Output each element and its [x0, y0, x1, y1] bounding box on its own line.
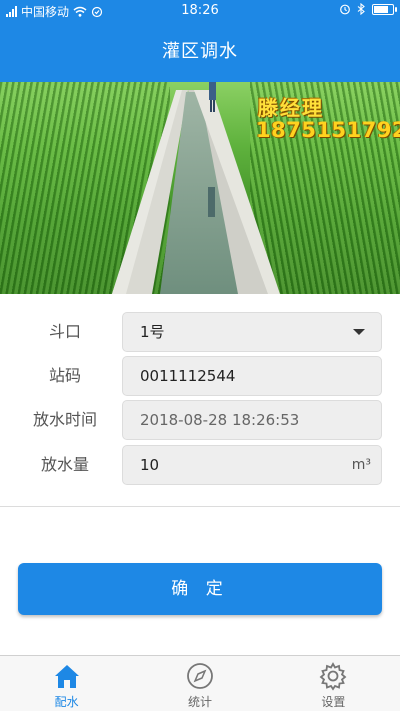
- canal-illustration: [112, 82, 280, 294]
- station-code-label: 站码: [48, 366, 81, 385]
- bluetooth-icon: [357, 3, 365, 15]
- contact-name: 滕经理: [258, 96, 324, 120]
- station-code-field[interactable]: 0011112544: [122, 356, 382, 396]
- bottom-tab-bar: 配水 统计 设置: [0, 655, 400, 711]
- tab-distribute-label: 配水: [54, 695, 79, 709]
- page-title: 灌区调水: [0, 22, 400, 82]
- tab-settings[interactable]: 设置: [267, 656, 400, 711]
- release-time-field[interactable]: 2018-08-28 18:26:53: [122, 400, 382, 440]
- release-amount-row: 放水量 10 m³: [0, 445, 400, 485]
- tab-distribute[interactable]: 配水: [0, 656, 133, 711]
- release-amount-value: 10: [140, 456, 160, 474]
- release-amount-unit: m³: [351, 457, 371, 473]
- station-code-row: 站码 0011112544: [0, 356, 400, 396]
- banner-image: 滕经理 18751517924: [0, 82, 400, 294]
- compass-icon: [187, 663, 213, 689]
- home-icon: [54, 665, 79, 688]
- douko-selected-value: 1号: [140, 323, 165, 341]
- tab-statistics[interactable]: 统计: [133, 656, 266, 711]
- gear-icon: [319, 662, 347, 691]
- chevron-down-icon: [353, 329, 365, 335]
- confirm-button[interactable]: 确 定: [18, 563, 382, 615]
- tab-settings-label: 设置: [321, 695, 346, 709]
- alarm-icon: [340, 4, 350, 15]
- battery-icon: [372, 3, 397, 15]
- release-amount-label: 放水量: [40, 455, 89, 474]
- douko-select[interactable]: 1号: [122, 312, 382, 352]
- status-bar: 中国移动 18:26: [0, 0, 400, 22]
- release-time-row: 放水时间 2018-08-28 18:26:53: [0, 400, 400, 440]
- douko-row: 斗口 1号: [0, 312, 400, 352]
- release-time-label: 放水时间: [32, 410, 97, 429]
- release-amount-field[interactable]: 10 m³: [122, 445, 382, 485]
- status-right: [339, 3, 397, 15]
- tab-statistics-label: 统计: [187, 695, 212, 709]
- form-divider: [0, 506, 400, 507]
- douko-label: 斗口: [48, 322, 81, 341]
- contact-phone: 18751517924: [256, 118, 400, 142]
